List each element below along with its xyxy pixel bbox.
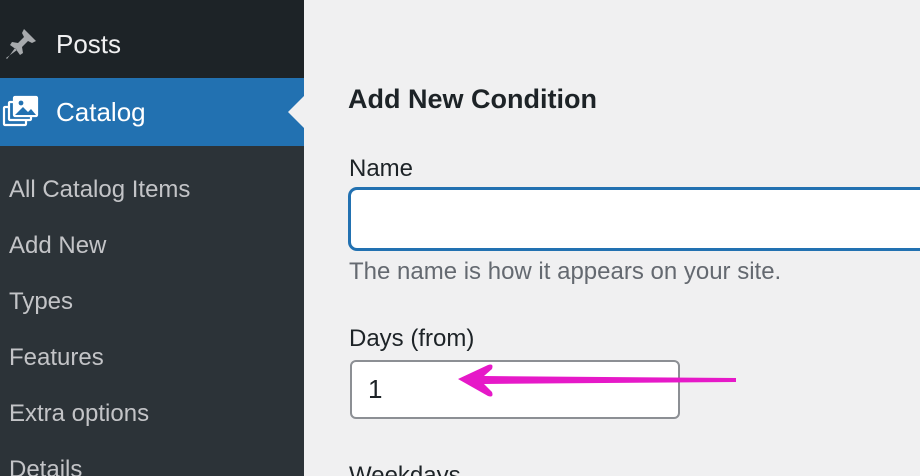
sidebar-item-posts[interactable]: Posts [0,10,304,78]
name-hint: The name is how it appears on your site. [349,258,782,285]
pin-icon [2,25,40,63]
sidebar-item-label: Posts [56,28,122,59]
admin-sidebar: Posts Catalog All Catalog Items Add New [0,0,304,476]
main-content: Add New Condition Name The name is how i… [304,0,920,476]
sidebar-top-strip [0,0,304,10]
name-input[interactable] [349,188,920,250]
submenu-item-types[interactable]: Types [0,274,304,330]
form-heading: Add New Condition [348,84,597,114]
submenu-item-extra-options[interactable]: Extra options [0,386,304,442]
days-from-label: Days (from) [349,325,475,352]
sidebar-item-label: Catalog [56,96,146,127]
annotation-arrow-icon [458,364,736,397]
submenu-item-details[interactable]: Details [0,442,304,476]
submenu-item-features[interactable]: Features [0,330,304,386]
catalog-submenu: All Catalog Items Add New Types Features… [0,162,304,476]
sidebar-item-catalog[interactable]: Catalog [0,78,304,146]
name-label: Name [349,155,414,182]
submenu-item-add-new[interactable]: Add New [0,218,304,274]
wp-admin-screen: Posts Catalog All Catalog Items Add New [0,0,920,476]
submenu-item-all-catalog-items[interactable]: All Catalog Items [0,162,304,218]
catalog-images-icon [2,93,40,131]
weekdays-label: Weekdays [349,462,461,476]
